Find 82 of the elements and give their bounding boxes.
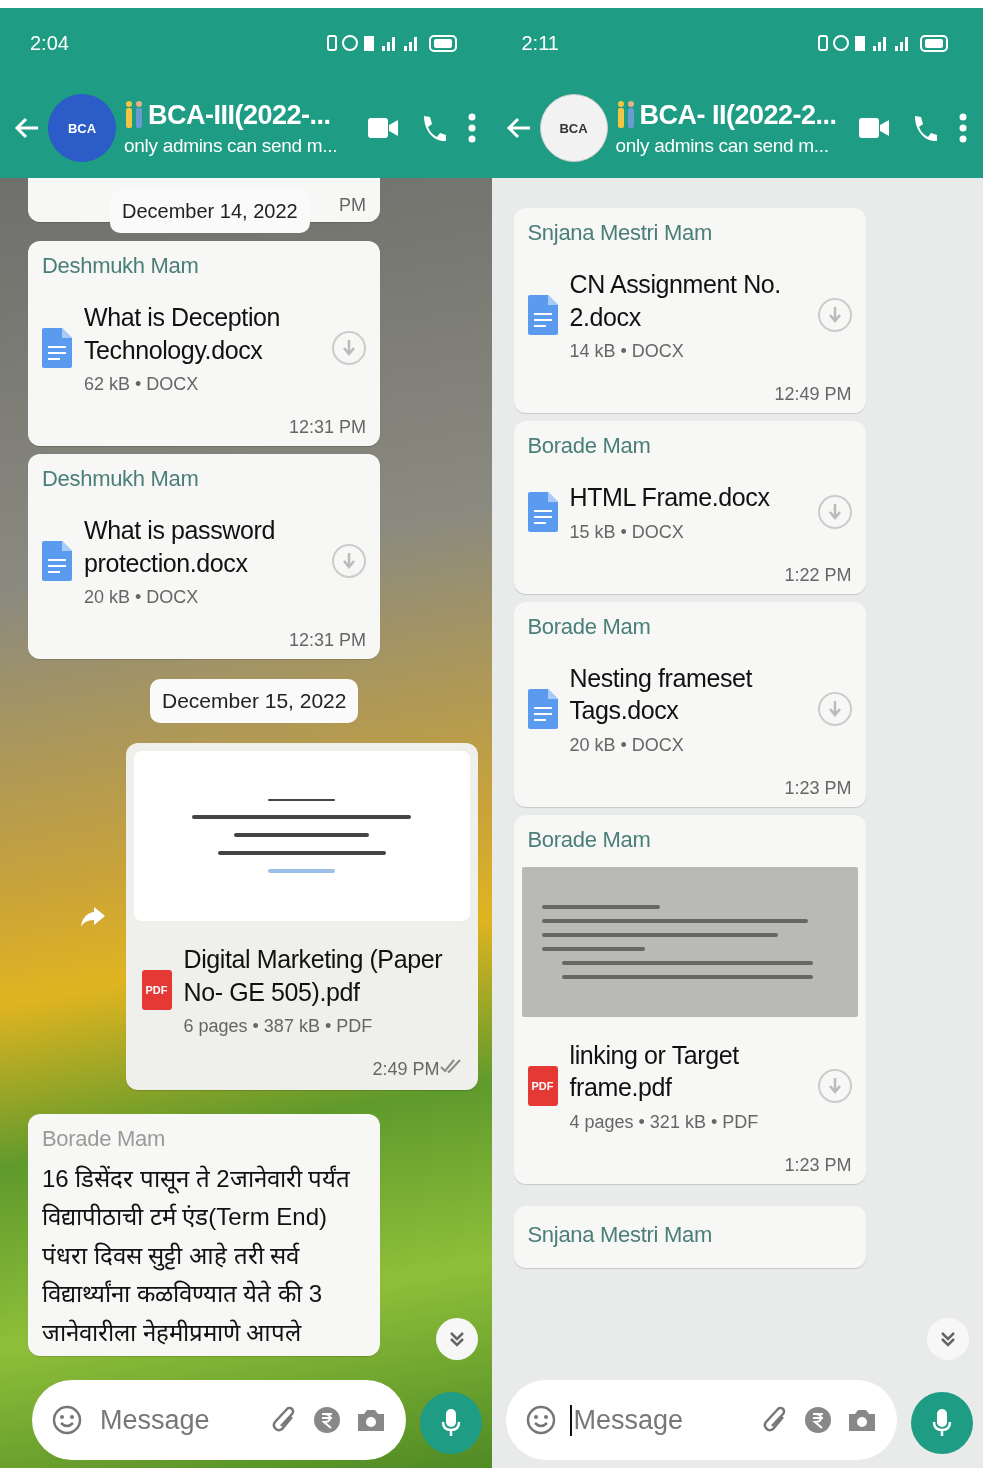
file-details: 62 kB • DOCX (84, 374, 200, 395)
sender-name: Borade Mam (42, 1126, 166, 1152)
download-icon[interactable] (817, 494, 852, 529)
message-time: 12:31 PM (288, 417, 366, 438)
date-label: December 15, 2022 (150, 679, 359, 723)
camera-icon[interactable] (847, 1407, 877, 1433)
scroll-down-button[interactable] (927, 1318, 969, 1360)
document-icon (527, 491, 558, 532)
message-text: 16 डिसेंदर पासून ते 2जानेवारी पर्यंत विद्यापीठाची टर्म एंड(Term End) पंधरा दिवस सुट्टी आहे तरी सर्व विद्यार्थ्यांना कळविण्यात येते की 3 जानेवारीला नेहमीप्रमाणे आपले (42, 1164, 352, 1348)
clock-time: 2:11 (521, 31, 559, 55)
file-name: What is password protection.docx (84, 515, 276, 579)
group-avatar[interactable]: BCA (48, 94, 116, 162)
payment-icon[interactable] (311, 1405, 342, 1435)
message-time: 12:49 PM (774, 384, 852, 405)
message-input-field[interactable]: Message (96, 1404, 258, 1436)
video-call-icon[interactable] (859, 117, 889, 139)
pdf-icon: PDF (141, 970, 172, 1010)
group-subtitle: only admins can send m... (124, 134, 339, 157)
document-message[interactable]: Borade Mam Nesting frameset Tags.docx 20 kB • DOCX 1:23 PM (513, 601, 866, 807)
video-call-icon[interactable] (367, 117, 398, 139)
message-time: 2:49 PM (372, 1059, 440, 1080)
sender-name: Borade Mam (527, 826, 652, 853)
camera-icon[interactable] (355, 1407, 386, 1433)
download-icon[interactable] (332, 331, 366, 365)
microphone-icon (440, 1408, 461, 1438)
document-message[interactable]: PDF Digital Marketing (Paper No- GE 505).pdf 6 pages • 387 kB • PDF 2:49 PM (125, 743, 478, 1090)
date-label: December 14, 2022 (110, 190, 310, 233)
more-options-icon[interactable] (959, 113, 967, 143)
document-icon (527, 688, 558, 729)
document-message[interactable]: Borade Mam PDF linking or Target frame.pdf 4 pages • 321 kB • PDF 1:23 PM (513, 814, 866, 1184)
file-name: CN Assignment No. 2.docx (569, 269, 782, 333)
sender-name: Borade Mam (527, 433, 652, 459)
message-time: 1:23 PM (784, 777, 852, 799)
back-arrow-icon[interactable] (14, 116, 40, 140)
file-name: linking or Target frame.pdf (569, 1039, 740, 1103)
document-icon (42, 541, 72, 581)
file-details: 20 kB • DOCX (569, 734, 685, 756)
sender-name: Deshmukh Mam (42, 253, 200, 279)
message-input-field[interactable]: Message (569, 1404, 749, 1436)
double-chevron-icon (939, 1330, 957, 1348)
clock-time: 2:04 (30, 31, 69, 55)
microphone-icon (932, 1408, 952, 1438)
back-arrow-icon[interactable] (505, 116, 532, 140)
group-avatar[interactable]: BCA (539, 94, 608, 162)
file-name: Nesting frameset Tags.docx (569, 662, 754, 726)
file-details: 4 pages • 321 kB • PDF (569, 1111, 760, 1133)
download-icon[interactable] (817, 298, 852, 332)
download-icon[interactable] (332, 544, 366, 578)
file-details: 20 kB • DOCX (84, 587, 200, 608)
document-message[interactable]: Snjana Mestri Mam CN Assignment No. 2.docx 14 kB • DOCX 12:49 PM (513, 208, 866, 413)
emoji-icon[interactable] (52, 1405, 82, 1435)
document-message[interactable]: Deshmukh Mam What is password protection.docx 20 kB • DOCX 12:31 PM (28, 454, 380, 659)
emoji-icon[interactable] (525, 1405, 556, 1435)
file-name: HTML Frame.docx (569, 482, 771, 513)
download-icon[interactable] (817, 691, 852, 726)
document-icon (42, 328, 72, 368)
message-time: 1:23 PM (784, 1154, 852, 1176)
pdf-icon: PDF (527, 1065, 558, 1106)
group-subtitle: only admins can send m... (615, 134, 830, 157)
file-name: What is Deception Technology.docx (84, 302, 282, 366)
message-time: 1:22 PM (784, 564, 852, 586)
download-icon[interactable] (817, 1068, 852, 1103)
scroll-down-button[interactable] (435, 1318, 478, 1360)
sender-name: Deshmukh Mam (42, 466, 200, 492)
file-details: 14 kB • DOCX (569, 341, 685, 362)
message-time: 12:31 PM (288, 630, 366, 651)
forward-icon[interactable] (79, 905, 106, 928)
file-name: Digital Marketing (Paper No- GE 505).pdf (183, 944, 444, 1008)
file-details: 6 pages • 387 kB • PDF (183, 1016, 374, 1037)
payment-icon[interactable] (803, 1405, 833, 1435)
more-options-icon[interactable] (467, 113, 476, 143)
document-icon (527, 295, 558, 335)
file-details: 15 kB • DOCX (569, 521, 685, 543)
document-message[interactable]: Borade Mam HTML Frame.docx 15 kB • DOCX 1:22 PM (513, 421, 866, 594)
people-icon (615, 100, 636, 130)
people-icon (124, 100, 144, 130)
sender-name: Borade Mam (527, 613, 652, 640)
double-chevron-icon (447, 1330, 466, 1348)
sender-name: Snjana Mestri Mam (527, 220, 713, 246)
message-time: PM (339, 195, 366, 216)
document-message[interactable]: Deshmukh Mam What is Deception Technology.docx 62 kB • DOCX 12:31 PM (28, 241, 380, 446)
sender-name: Snjana Mestri Mam (527, 1221, 713, 1248)
